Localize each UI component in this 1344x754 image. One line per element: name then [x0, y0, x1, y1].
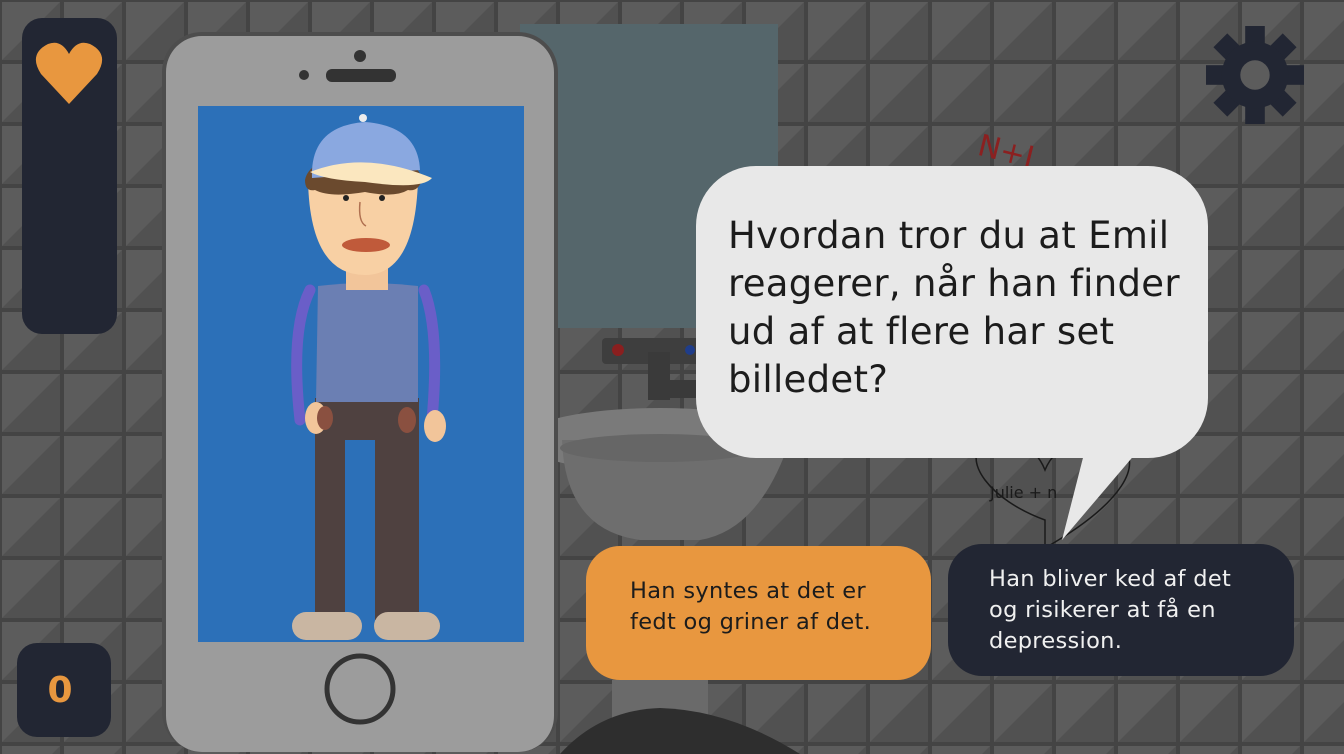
score-value: 0 [47, 669, 73, 711]
gear-icon[interactable] [1206, 26, 1304, 124]
health-panel [22, 18, 117, 334]
score-panel: 0 [17, 643, 111, 737]
phone [162, 32, 558, 752]
phone-camera [354, 50, 366, 62]
heart-icon [35, 42, 103, 104]
phone-speaker [326, 69, 396, 82]
answer-option-2[interactable]: Han bliver ked af det og risikerer at få… [948, 544, 1294, 676]
question-text: Hvordan tror du at Emil reagerer, når ha… [728, 214, 1180, 401]
graffiti-heart-text: Julie + n [989, 483, 1057, 502]
answer-option-1[interactable]: Han syntes at det er fedt og griner af d… [586, 546, 931, 680]
